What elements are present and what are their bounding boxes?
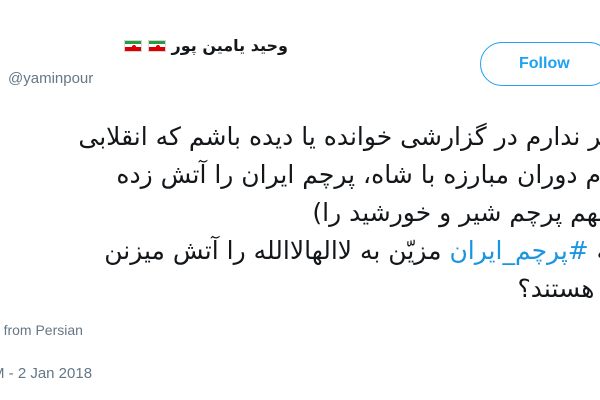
author-display-name[interactable]: وحید یامین پور xyxy=(172,36,289,55)
tweet-timestamp[interactable]: M - 2 Jan 2018 xyxy=(0,365,92,382)
author-row[interactable]: وحید یامین پور xyxy=(123,36,289,55)
tweet-line-4: که #پرچم_ایران مزیّن به لاالهالاالله را … xyxy=(0,232,600,270)
iran-flag-icon xyxy=(147,39,166,52)
tweet-line-4-start: که xyxy=(589,236,600,265)
tweet-line-1: طر ندارم در گزارشی خوانده یا دیده باشم ک… xyxy=(78,122,600,151)
author-handle[interactable]: @yaminpour xyxy=(8,70,93,87)
tweet-text: طر ندارم در گزارشی خوانده یا دیده باشم ک… xyxy=(0,118,600,308)
tweet-line-4-end: مزیّن به لاالهالاالله را آتش میزنن xyxy=(104,236,450,265)
iran-flag-icon xyxy=(123,39,142,52)
tweet-line-3: (آنهم پرچم شیر و خورشید را) xyxy=(312,198,600,227)
tweet-line-5: ی هستند؟ xyxy=(517,274,600,303)
translate-link[interactable]: te from Persian xyxy=(0,322,83,338)
follow-button[interactable]: Follow xyxy=(480,42,600,86)
tweet-card: وحید یامین پور @yaminpour Follow طر ندار… xyxy=(0,0,600,400)
hashtag-link[interactable]: #پرچم_ایران xyxy=(449,236,588,265)
tweet-line-2: مام دوران مبارزه با شاه، پرچم ایران را آ… xyxy=(116,160,600,189)
